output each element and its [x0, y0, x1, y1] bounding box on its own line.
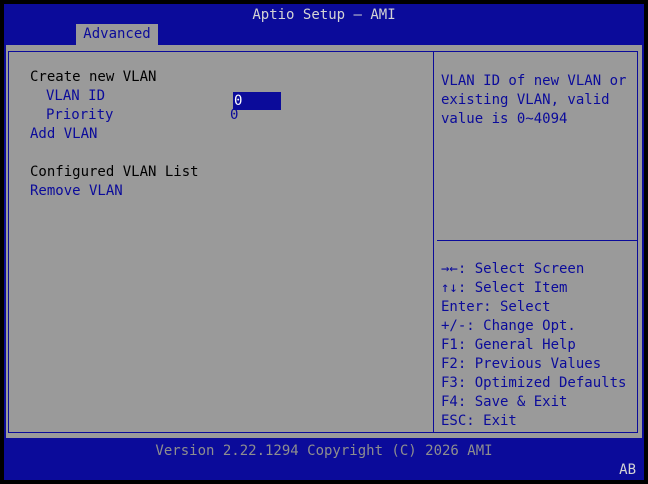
help-line: value is 0~4094 [441, 111, 568, 127]
key-legend: →←: Select Screen ↑↓: Select Item Enter:… [441, 260, 626, 431]
priority-label[interactable]: Priority [46, 106, 113, 125]
help-text: VLAN ID of new VLAN or existing VLAN, va… [441, 72, 626, 129]
main-panel: Create new VLAN VLAN ID 0 Priority 0 Add… [6, 45, 642, 438]
panel-divider [433, 52, 434, 432]
post-code: AB [619, 462, 636, 478]
key-select-screen: →←: Select Screen [441, 261, 585, 277]
bios-screen: Aptio Setup – AMI Advanced Create new VL… [4, 4, 644, 480]
key-change-opt: +/-: Change Opt. [441, 318, 576, 334]
key-general-help: F1: General Help [441, 337, 576, 353]
key-optimized-defaults: F3: Optimized Defaults [441, 375, 627, 391]
priority-value[interactable]: 0 [230, 106, 238, 125]
configured-vlan-heading: Configured VLAN List [30, 164, 199, 180]
help-line: VLAN ID of new VLAN or [441, 73, 627, 89]
create-vlan-heading: Create new VLAN [30, 69, 157, 85]
key-save-exit: F4: Save & Exit [441, 394, 568, 410]
help-separator [437, 240, 637, 241]
version-footer: Version 2.22.1294 Copyright (C) 2026 AMI [155, 443, 493, 459]
key-select-item: ↑↓: Select Item [441, 280, 568, 296]
add-vlan-item[interactable]: Add VLAN [30, 125, 97, 144]
key-enter-select: Enter: Select [441, 299, 551, 315]
vlan-id-label[interactable]: VLAN ID [46, 87, 105, 106]
window-title: Aptio Setup – AMI [252, 7, 396, 23]
content-frame: Create new VLAN VLAN ID 0 Priority 0 Add… [8, 51, 638, 433]
tab-advanced[interactable]: Advanced [76, 24, 158, 45]
remove-vlan-item[interactable]: Remove VLAN [30, 182, 123, 201]
key-esc-exit: ESC: Exit [441, 413, 517, 429]
help-line: existing VLAN, valid [441, 92, 610, 108]
key-previous-values: F2: Previous Values [441, 356, 602, 372]
vlan-id-field[interactable]: 0 [233, 92, 281, 110]
